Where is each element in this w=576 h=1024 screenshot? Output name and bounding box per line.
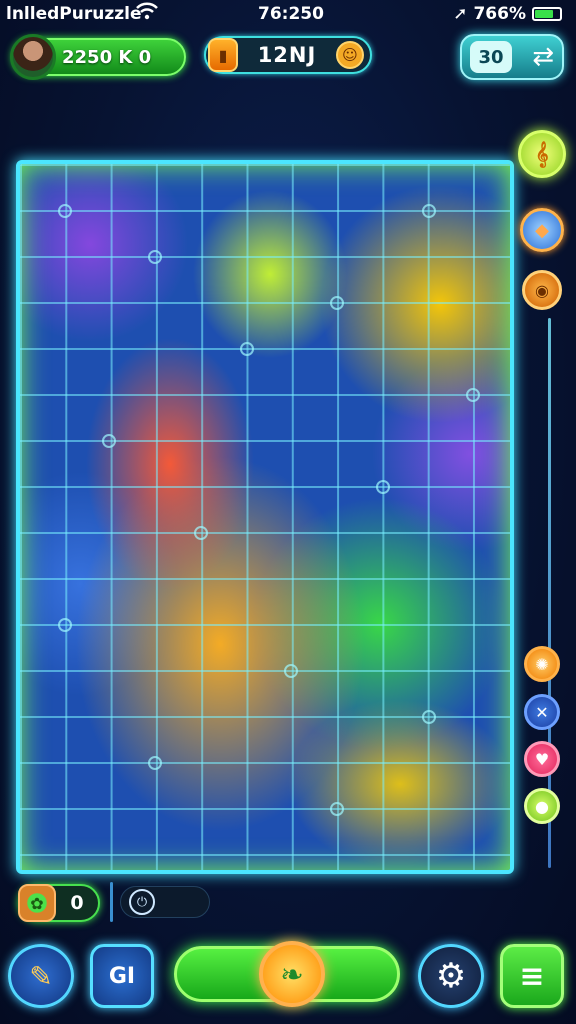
puzzle-piece[interactable] xyxy=(330,802,344,816)
puzzle-piece[interactable] xyxy=(376,480,390,494)
smiley-icon: ☺ xyxy=(336,41,364,69)
puzzle-piece[interactable] xyxy=(422,710,436,724)
puzzle-grid xyxy=(20,164,510,870)
gear-icon: ⚙ xyxy=(435,956,467,996)
battery-percent: 766% xyxy=(473,4,526,24)
puzzle-piece[interactable] xyxy=(466,388,480,402)
preview-eye-button[interactable]: ◉ xyxy=(522,270,562,310)
puzzle-piece[interactable] xyxy=(284,664,298,678)
side-scrollbar[interactable] xyxy=(548,318,551,868)
puzzle-piece[interactable] xyxy=(194,526,208,540)
puzzle-piece[interactable] xyxy=(58,204,72,218)
avatar[interactable] xyxy=(10,34,56,80)
puzzle-piece[interactable] xyxy=(240,342,254,356)
player-score: 2250 K 0 xyxy=(62,46,152,68)
grid-menu-button[interactable]: GI xyxy=(90,944,154,1008)
puzzle-piece[interactable] xyxy=(330,296,344,310)
status-bar: lnlledPuruzzle 76:250 ➚ 766% xyxy=(0,0,576,28)
puzzle-piece[interactable] xyxy=(422,204,436,218)
location-arrow-icon: ➚ xyxy=(453,4,468,24)
grid-icon: GI xyxy=(108,963,136,989)
leaf-icon: ❧ xyxy=(259,941,325,1007)
piece-tray-button[interactable]: ◆ xyxy=(520,208,564,252)
list-icon: ≡ xyxy=(519,958,545,994)
puzzle-piece[interactable] xyxy=(58,618,72,632)
battery-icon xyxy=(532,7,562,21)
app-name: lnlledPuruzzle xyxy=(6,4,142,24)
menu-button[interactable]: ≡ xyxy=(500,944,564,1008)
puzzle-piece[interactable] xyxy=(102,434,116,448)
power-icon: ⏻ xyxy=(129,889,155,915)
puzzle-piece[interactable] xyxy=(148,250,162,264)
moves-count: 30 xyxy=(470,41,512,73)
moves-shuffle-button[interactable]: 30 ⇄ xyxy=(460,34,564,80)
shuffle-icon: ⇄ xyxy=(532,42,554,72)
power-toggle[interactable]: ⏻ xyxy=(120,886,210,918)
divider xyxy=(110,882,113,922)
color-sort-button[interactable]: ● xyxy=(524,788,560,824)
brush-button[interactable]: ✎ xyxy=(8,944,74,1008)
wifi-icon xyxy=(136,2,158,25)
timer-pill: ▮ 12NJ ☺ xyxy=(204,36,372,74)
edge-filter-button[interactable]: ✕ xyxy=(524,694,560,730)
brush-icon: ✎ xyxy=(29,959,53,993)
puzzle-piece[interactable] xyxy=(148,756,162,770)
puzzle-board[interactable] xyxy=(16,160,514,874)
timer-piece-icon: ▮ xyxy=(208,38,238,72)
settings-button[interactable]: ⚙ xyxy=(418,944,484,1008)
rotate-tool-button[interactable]: ✺ xyxy=(524,646,560,682)
timer-value: 12NJ xyxy=(257,43,317,67)
play-button[interactable]: ❧ xyxy=(174,941,400,1007)
heart-button[interactable]: ♥ xyxy=(524,741,560,777)
pieces-count: 0 xyxy=(70,892,84,914)
pieces-counter: ✿ 0 xyxy=(18,884,100,922)
clock: 76:250 xyxy=(258,4,324,24)
hint-button[interactable]: 𝄞 xyxy=(518,130,566,178)
status-right: ➚ 766% xyxy=(453,4,562,24)
puzzle-piece-icon: ✿ xyxy=(18,884,56,922)
player-score-pill[interactable]: 2250 K 0 xyxy=(10,34,186,80)
